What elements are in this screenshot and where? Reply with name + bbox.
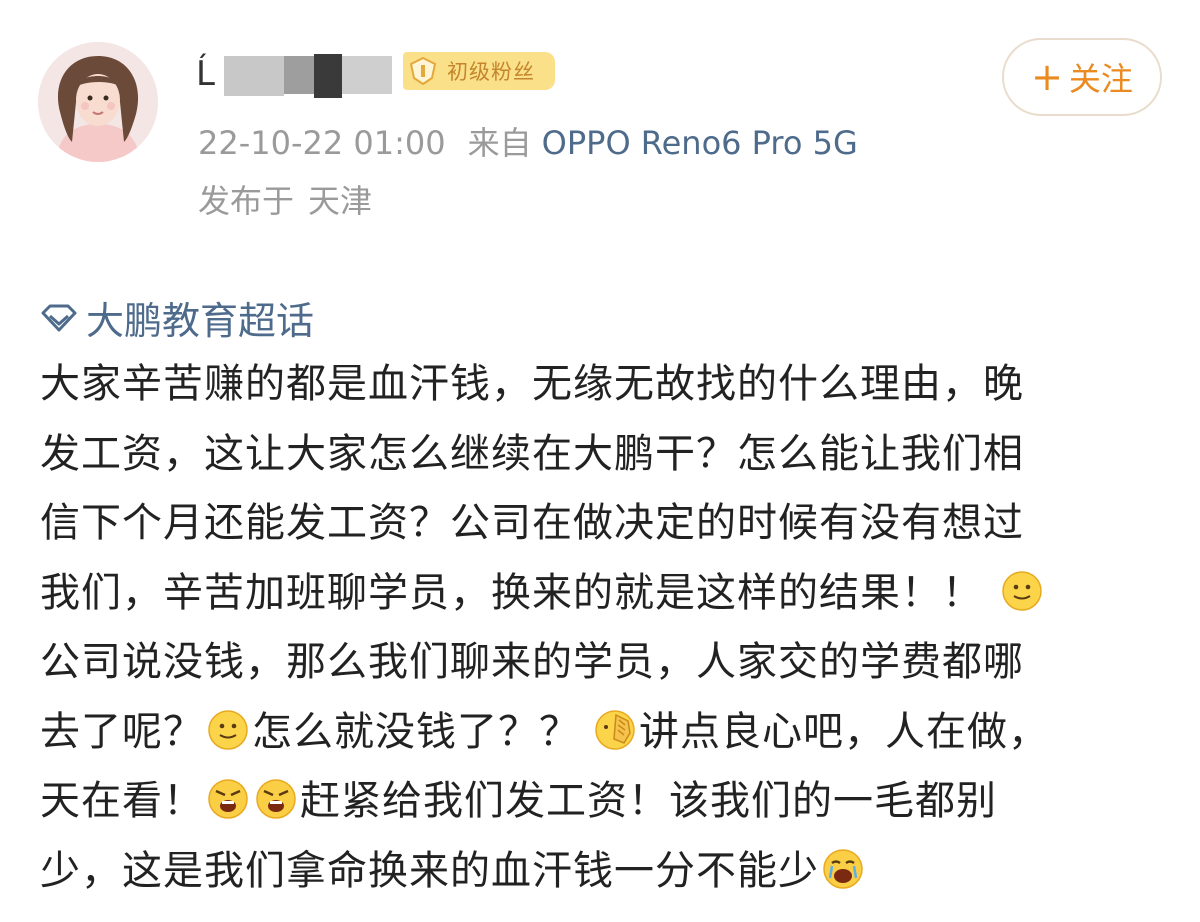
plus-icon: + — [1031, 55, 1063, 99]
content-line: 天在看！ 赶紧给我们发工资！该我们的一毛都别 — [40, 767, 1180, 837]
content-text: 少，这是我们拿命换来的血汗钱一分不能少 — [40, 847, 819, 894]
username[interactable]: Ĺ — [196, 52, 396, 98]
slap-emoji-icon — [595, 709, 635, 750]
content-line: 我们，辛苦加班聊学员，换来的就是这样的结果！！ — [40, 559, 1180, 629]
content-line: 去了呢？ 怎么就没钱了？？ 讲点良心吧，人在做， — [40, 698, 1180, 768]
angry-emoji-icon — [256, 779, 296, 819]
content-text: 怎么就没钱了？？ — [252, 708, 580, 755]
content-line: 发工资，这让大家怎么继续在大鹏干？怎么能让我们相 — [40, 430, 1024, 477]
username-redaction — [224, 56, 284, 96]
timestamp: 22-10-22 01:00 — [198, 124, 446, 162]
source-prefix: 来自 — [467, 124, 532, 162]
username-redaction — [284, 56, 314, 94]
topic-label: 大鹏教育超话 — [86, 299, 315, 343]
content-text: 赶紧给我们发工资！该我们的一毛都别 — [300, 778, 997, 824]
badge-label: 初级粉丝 — [447, 60, 535, 84]
username-redaction — [342, 56, 392, 94]
content-text: 讲点良心吧，人在做， — [639, 708, 1049, 755]
username-visible-char: Ĺ — [196, 54, 215, 94]
device-link[interactable]: OPPO Reno6 Pro 5G — [542, 124, 858, 162]
smile-emoji-icon — [1002, 570, 1042, 611]
topic-link[interactable]: 大鹏教育超话 — [40, 290, 314, 345]
location-city: 天津 — [308, 182, 373, 220]
location-prefix: 发布于 — [198, 182, 295, 220]
content-text: 天在看！ — [40, 778, 204, 824]
content-line: 公司说没钱，那么我们聊来的学员，人家交的学费都哪 — [40, 639, 1024, 685]
follow-label: 关注 — [1068, 60, 1133, 98]
diamond-icon — [40, 304, 78, 332]
username-redaction — [314, 54, 342, 98]
badge-shield-icon — [403, 52, 443, 90]
avatar[interactable] — [38, 42, 158, 162]
post-content: 大家辛苦赚的都是血汗钱，无缘无故找的什么理由，晚 发工资，这让大家怎么继续在大鹏… — [40, 350, 1180, 906]
angry-emoji-icon — [208, 779, 248, 819]
crying-emoji-icon — [823, 848, 863, 889]
content-line: 大家辛苦赚的都是血汗钱，无缘无故找的什么理由，晚 — [40, 361, 1024, 407]
follow-button[interactable]: + 关注 — [1002, 38, 1162, 116]
content-line: 信下个月还能发工资？公司在做决定的时候有没有想过 — [40, 500, 1024, 546]
post-location: 发布于 天津 — [198, 176, 372, 222]
avatar-image — [38, 42, 158, 162]
content-text: 我们，辛苦加班聊学员，换来的就是这样的结果！！ — [40, 569, 983, 616]
smile-emoji-icon — [208, 709, 248, 750]
fan-level-badge: 初级粉丝 — [403, 52, 555, 90]
content-line: 少，这是我们拿命换来的血汗钱一分不能少 — [40, 837, 1180, 907]
content-text: 去了呢？ — [40, 708, 204, 755]
post-meta: 22-10-22 01:00 来自 OPPO Reno6 Pro 5G — [198, 118, 858, 164]
